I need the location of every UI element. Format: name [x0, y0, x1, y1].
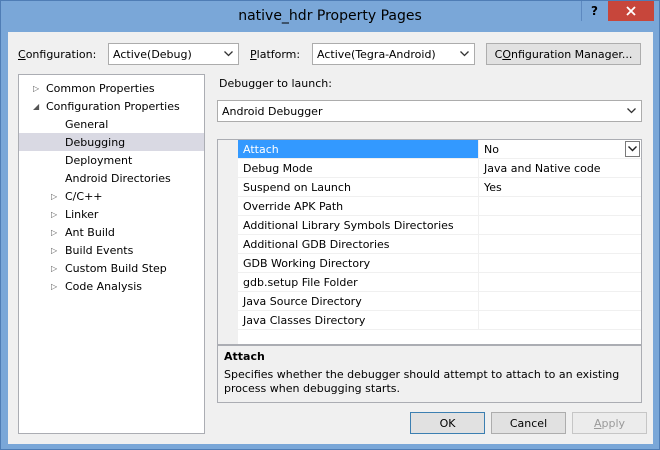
expand-arrow-icon[interactable]: ▷ [51, 192, 57, 201]
grid-gutter [218, 140, 238, 344]
tree-item-linker[interactable]: ▷ Linker [19, 205, 204, 223]
tree-item-ant-build[interactable]: ▷ Ant Build [19, 223, 204, 241]
property-row-java-source-directory[interactable]: Java Source Directory [238, 292, 641, 311]
chevron-down-icon [457, 46, 471, 62]
description-text: Specifies whether the debugger should at… [224, 368, 620, 395]
chevron-down-icon[interactable] [625, 141, 640, 157]
chevron-down-icon [221, 46, 235, 62]
property-row-java-classes-directory[interactable]: Java Classes Directory [238, 311, 641, 330]
configuration-label: Configuration: [18, 48, 97, 61]
tree-item-general[interactable]: General [19, 115, 204, 133]
cancel-button[interactable]: Cancel [491, 412, 566, 434]
expand-arrow-icon[interactable]: ▷ [51, 228, 57, 237]
help-button[interactable]: ? [581, 1, 607, 21]
tree-item-configuration-properties[interactable]: ◢ Configuration Properties [19, 97, 204, 115]
debugger-to-launch-label: Debugger to launch: [219, 77, 332, 90]
debugger-select[interactable]: Android Debugger [217, 100, 642, 122]
property-row-override-apk-path[interactable]: Override APK Path [238, 197, 641, 216]
expand-arrow-icon[interactable]: ▷ [51, 246, 57, 255]
debugger-select-value: Android Debugger [222, 104, 323, 118]
tree-item-deployment[interactable]: Deployment [19, 151, 204, 169]
configuration-select[interactable]: Active(Debug) [108, 43, 239, 65]
property-row-debug-mode[interactable]: Debug Mode Java and Native code [238, 159, 641, 178]
title-bar[interactable]: native_hdr Property Pages ? [1, 1, 659, 33]
expand-arrow-icon[interactable]: ▷ [51, 264, 57, 273]
property-description-panel: Attach Specifies whether the debugger sh… [217, 345, 642, 403]
property-row-additional-library-symbols-directories[interactable]: Additional Library Symbols Directories [238, 216, 641, 235]
tree-item-c-cpp[interactable]: ▷ C/C++ [19, 187, 204, 205]
ok-button[interactable]: OK [410, 412, 485, 434]
platform-label: Platform: [250, 48, 301, 61]
configuration-select-value: Active(Debug) [113, 47, 192, 61]
expand-arrow-icon[interactable]: ▷ [33, 84, 39, 93]
close-icon [626, 6, 636, 16]
property-row-gdb-setup-file-folder[interactable]: gdb.setup File Folder [238, 273, 641, 292]
tree-item-android-directories[interactable]: Android Directories [19, 169, 204, 187]
platform-select-value: Active(Tegra-Android) [317, 47, 436, 61]
collapse-arrow-icon[interactable]: ◢ [33, 102, 39, 111]
tree-item-custom-build-step[interactable]: ▷ Custom Build Step [19, 259, 204, 277]
property-row-additional-gdb-directories[interactable]: Additional GDB Directories [238, 235, 641, 254]
expand-arrow-icon[interactable]: ▷ [51, 210, 57, 219]
window-title: native_hdr Property Pages [238, 8, 422, 24]
tree-item-code-analysis[interactable]: ▷ Code Analysis [19, 277, 204, 295]
expand-arrow-icon[interactable]: ▷ [51, 282, 57, 291]
property-row-attach[interactable]: Attach No [238, 140, 641, 159]
tree-item-debugging[interactable]: Debugging [19, 133, 204, 151]
tree-item-common-properties[interactable]: ▷ Common Properties [19, 79, 204, 97]
dialog-client-area: Configuration: Active(Debug) Platform: A… [8, 32, 653, 444]
apply-button[interactable]: Apply [572, 412, 647, 434]
property-row-gdb-working-directory[interactable]: GDB Working Directory [238, 254, 641, 273]
close-button[interactable] [608, 1, 654, 21]
description-title: Attach [224, 350, 265, 363]
property-value-attach[interactable]: No [480, 140, 641, 158]
property-row-suspend-on-launch[interactable]: Suspend on Launch Yes [238, 178, 641, 197]
tree-item-build-events[interactable]: ▷ Build Events [19, 241, 204, 259]
platform-select[interactable]: Active(Tegra-Android) [312, 43, 475, 65]
configuration-manager-button[interactable]: C Onfiguration Manager... [486, 43, 641, 65]
property-pages-window: native_hdr Property Pages ? Configuratio… [0, 0, 660, 450]
chevron-down-icon [624, 103, 638, 119]
property-category-tree[interactable]: ▷ Common Properties ◢ Configuration Prop… [18, 74, 205, 434]
property-grid[interactable]: Attach No Debug Mode Java and Native cod… [217, 139, 642, 345]
